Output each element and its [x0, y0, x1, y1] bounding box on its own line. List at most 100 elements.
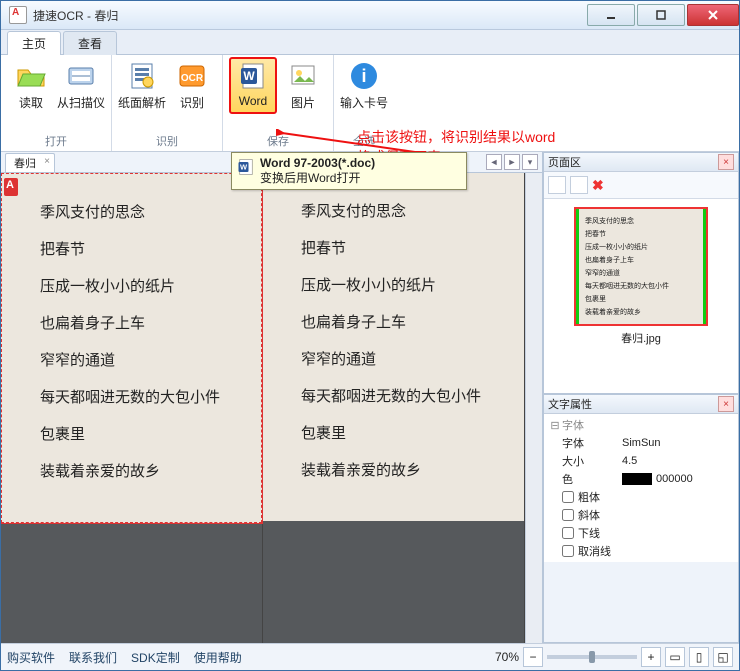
ribbon-group-recognize: 纸面解析 OCR 识别 识别	[112, 55, 223, 151]
prop-underline[interactable]: 下线	[544, 524, 738, 542]
status-buy[interactable]: 购买软件	[7, 649, 55, 666]
prop-font-name[interactable]: 字体SimSun	[544, 434, 738, 452]
text-line: 每天都咽进无数的大包小件	[40, 386, 243, 407]
text-line: 压成一枚小小的纸片	[40, 275, 243, 296]
text-line: 季风支付的思念	[40, 201, 243, 222]
tab-prev-button[interactable]: ◄	[486, 154, 502, 170]
svg-text:W: W	[243, 69, 255, 83]
prop-group-font[interactable]: ⊟字体	[544, 416, 738, 434]
maximize-button[interactable]	[637, 4, 685, 26]
thumbnail-caption: 春归.jpg	[621, 330, 661, 346]
app-icon	[9, 6, 27, 24]
source-page[interactable]: A 季风支付的思念 把春节 压成一枚小小的纸片 也扁着身子上车 窄窄的通道 每天…	[1, 173, 263, 643]
prop-italic[interactable]: 斜体	[544, 506, 738, 524]
thumb-delete-button[interactable]: ✖	[592, 177, 608, 193]
text-line: 季风支付的思念	[301, 200, 506, 221]
prop-bold[interactable]: 粗体	[544, 488, 738, 506]
panel-close-button[interactable]: ×	[718, 154, 734, 170]
center-area: 春归 × W Word 97-2003(*.doc) 变换后用Word打开 ◄ …	[1, 152, 542, 643]
text-line: 也扁着身子上车	[301, 311, 506, 332]
side-panels: 页面区 × ✖ 季风支付的思念 把春节 压成一枚小小的纸片 也扁着身子上车	[542, 152, 739, 643]
text-line: 压成一枚小小的纸片	[301, 274, 506, 295]
pages-panel: 页面区 × ✖ 季风支付的思念 把春节 压成一枚小小的纸片 也扁着身子上车	[543, 152, 739, 394]
input-card-button[interactable]: i 输入卡号	[340, 57, 388, 114]
result-page[interactable]: 季风支付的思念 把春节 压成一枚小小的纸片 也扁着身子上车 窄窄的通道 每天都咽…	[263, 173, 525, 643]
bold-checkbox[interactable]	[562, 491, 574, 503]
text-properties-panel: 文字属性 × ⊟字体 字体SimSun 大小4.5 色000000 粗体 斜体 …	[543, 394, 739, 643]
underline-checkbox[interactable]	[562, 527, 574, 539]
thumbnail-area: 季风支付的思念 把春节 压成一枚小小的纸片 也扁着身子上车 窄窄的通道 每天都咽…	[544, 199, 738, 393]
zoom-controls: 70% − + ▭ ▯ ◱	[495, 647, 733, 667]
group-label: 全选	[340, 131, 388, 151]
zoom-slider[interactable]	[547, 655, 637, 659]
strike-checkbox[interactable]	[562, 545, 574, 557]
view-mode2-button[interactable]: ▯	[689, 647, 709, 667]
scanner-icon	[65, 60, 97, 92]
folder-open-icon	[15, 60, 47, 92]
thumb-view2-button[interactable]	[570, 176, 588, 194]
color-swatch-icon	[622, 473, 652, 485]
status-contact[interactable]: 联系我们	[69, 649, 117, 666]
text-line: 装载着亲爱的故乡	[40, 460, 243, 481]
workspace: 春归 × W Word 97-2003(*.doc) 变换后用Word打开 ◄ …	[1, 152, 739, 643]
tab-list-button[interactable]: ▾	[522, 154, 538, 170]
info-icon: i	[348, 60, 380, 92]
thumb-view1-button[interactable]	[548, 176, 566, 194]
from-scanner-button[interactable]: 从扫描仪	[57, 57, 105, 114]
close-button[interactable]	[687, 4, 739, 26]
save-picture-button[interactable]: 图片	[279, 57, 327, 114]
tab-view[interactable]: 查看	[63, 31, 117, 55]
panel-title: 文字属性	[548, 396, 718, 412]
document-tab[interactable]: 春归 ×	[5, 153, 55, 172]
group-label: 打开	[7, 131, 105, 151]
region-marker-icon: A	[6, 179, 14, 191]
page-parse-button[interactable]: 纸面解析	[118, 57, 166, 114]
page-thumbnail[interactable]: 季风支付的思念 把春节 压成一枚小小的纸片 也扁着身子上车 窄窄的通道 每天都咽…	[574, 207, 708, 326]
read-button[interactable]: 读取	[7, 57, 55, 114]
prop-font-size[interactable]: 大小4.5	[544, 452, 738, 470]
word-icon: W	[237, 60, 269, 92]
text-line: 窄窄的通道	[40, 349, 243, 370]
text-line: 每天都咽进无数的大包小件	[301, 385, 506, 406]
ribbon-group-save: W Word 图片 保存	[223, 55, 334, 151]
app-window: 捷速OCR - 春归 主页 查看 读取 从扫描仪 打开	[0, 0, 740, 671]
status-bar: 购买软件 联系我们 SDK定制 使用帮助 70% − + ▭ ▯ ◱	[1, 643, 739, 670]
close-icon[interactable]: ×	[44, 156, 50, 167]
text-line: 包裹里	[301, 422, 506, 443]
svg-text:W: W	[240, 163, 248, 172]
vertical-scrollbar[interactable]	[525, 173, 542, 643]
text-line: 包裹里	[40, 423, 243, 444]
ribbon-group-open: 读取 从扫描仪 打开	[1, 55, 112, 151]
svg-text:OCR: OCR	[181, 73, 204, 84]
group-label: 识别	[118, 131, 216, 151]
page-view: A 季风支付的思念 把春节 压成一枚小小的纸片 也扁着身子上车 窄窄的通道 每天…	[1, 173, 542, 643]
text-line: 窄窄的通道	[301, 348, 506, 369]
word-icon: W	[236, 157, 256, 177]
main-tab-strip: 主页 查看	[1, 30, 739, 55]
tab-nav-buttons: ◄ ► ▾	[486, 154, 538, 170]
status-sdk[interactable]: SDK定制	[131, 649, 180, 666]
text-line: 装载着亲爱的故乡	[301, 459, 506, 480]
ribbon: 读取 从扫描仪 打开 纸面解析 OCR 识别 识别	[1, 55, 739, 152]
italic-checkbox[interactable]	[562, 509, 574, 521]
tab-next-button[interactable]: ►	[504, 154, 520, 170]
zoom-out-button[interactable]: −	[523, 647, 543, 667]
prop-strike[interactable]: 取消线	[544, 542, 738, 560]
minimize-button[interactable]	[587, 4, 635, 26]
title-bar: 捷速OCR - 春归	[1, 1, 739, 30]
panel-close-button[interactable]: ×	[718, 396, 734, 412]
picture-icon	[287, 60, 319, 92]
word-tooltip: W Word 97-2003(*.doc) 变换后用Word打开	[231, 152, 467, 190]
view-mode1-button[interactable]: ▭	[665, 647, 685, 667]
zoom-in-button[interactable]: +	[641, 647, 661, 667]
zoom-value: 70%	[495, 650, 519, 664]
save-word-button[interactable]: W Word	[229, 57, 277, 114]
text-line: 把春节	[40, 238, 243, 259]
view-mode3-button[interactable]: ◱	[713, 647, 733, 667]
status-help[interactable]: 使用帮助	[194, 649, 242, 666]
prop-color[interactable]: 色000000	[544, 470, 738, 488]
thumb-toolbar: ✖	[544, 172, 738, 199]
ribbon-group-selectall: i 输入卡号 全选	[334, 55, 394, 151]
recognize-button[interactable]: OCR 识别	[168, 57, 216, 114]
tab-home[interactable]: 主页	[7, 31, 61, 55]
